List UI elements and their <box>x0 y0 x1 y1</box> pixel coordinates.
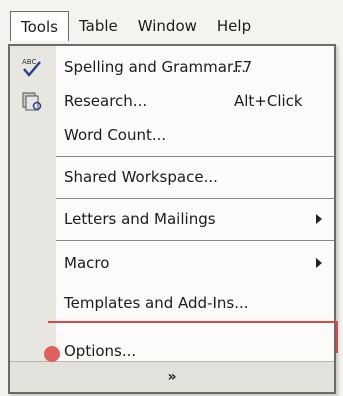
menu-item-spelling-and-grammar[interactable]: ABC Spelling and Grammar... F7 <box>10 50 334 84</box>
research-book-icon <box>22 92 42 111</box>
submenu-arrow-icon <box>316 258 322 268</box>
menu-table[interactable]: Table <box>69 11 128 41</box>
menu-item-letters-and-mailings[interactable]: Letters and Mailings <box>10 202 334 236</box>
shared-workspace-label: Shared Workspace... <box>64 168 218 186</box>
menu-item-shared-workspace[interactable]: Shared Workspace... <box>10 160 334 194</box>
menu-item-macro[interactable]: Macro <box>10 246 334 280</box>
expand-menu-button[interactable]: » <box>10 361 334 392</box>
word-count-label: Word Count... <box>64 126 167 144</box>
spelling-and-grammar-shortcut: F7 <box>234 58 253 76</box>
menu-separator <box>56 156 334 157</box>
menu-separator <box>56 198 334 199</box>
submenu-arrow-icon <box>316 214 322 224</box>
research-shortcut: Alt+Click <box>234 92 303 110</box>
spelling-abc-check-icon: ABC <box>22 58 41 77</box>
svg-text:ABC: ABC <box>22 58 36 66</box>
menu-help-label: Help <box>216 17 252 35</box>
highlight-callout-line <box>48 321 338 353</box>
highlight-callout-dot <box>44 346 60 362</box>
menu-item-word-count[interactable]: Word Count... <box>10 118 334 152</box>
menu-window-label: Window <box>137 17 197 35</box>
macro-label: Macro <box>64 254 110 272</box>
menu-help[interactable]: Help <box>207 11 261 41</box>
menu-bar: Tools Table Window Help <box>0 0 343 44</box>
menu-item-research[interactable]: Research... Alt+Click <box>10 84 334 118</box>
double-chevron-down-icon: » <box>167 369 177 385</box>
menu-tools-label: Tools <box>21 18 58 36</box>
research-label: Research... <box>64 92 148 110</box>
menu-separator <box>56 240 334 241</box>
spelling-and-grammar-label: Spelling and Grammar... <box>64 58 247 76</box>
templates-and-add-ins-label: Templates and Add-Ins... <box>64 294 249 312</box>
menu-tools[interactable]: Tools <box>10 11 69 41</box>
menu-window[interactable]: Window <box>128 11 207 41</box>
menu-table-label: Table <box>78 17 118 35</box>
letters-and-mailings-label: Letters and Mailings <box>64 210 216 228</box>
menu-item-templates-and-add-ins[interactable]: Templates and Add-Ins... <box>10 286 334 320</box>
